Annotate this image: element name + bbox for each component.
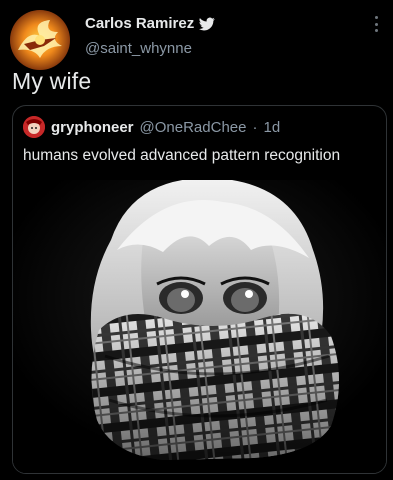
quoted-timestamp[interactable]: 1d — [263, 119, 280, 136]
quoted-media-image[interactable] — [13, 180, 386, 473]
tweet-header: Carlos Ramirez @saint_whynne — [10, 8, 385, 70]
author-name-row[interactable]: Carlos Ramirez — [85, 15, 215, 32]
more-options-icon[interactable] — [369, 12, 383, 36]
quoted-handle[interactable]: @OneRadChee — [140, 119, 247, 136]
author-avatar[interactable] — [10, 10, 70, 70]
red-creature-icon — [23, 116, 45, 138]
quoted-display-name[interactable]: gryphoneer — [51, 119, 134, 136]
author-handle[interactable]: @saint_whynne — [85, 40, 192, 57]
author-display-name[interactable]: Carlos Ramirez — [85, 15, 194, 32]
quoted-tweet[interactable]: gryphoneer @OneRadChee · 1d humans evolv… — [12, 105, 387, 474]
tweet-text: My wife — [12, 68, 92, 94]
quoted-tweet-text: humans evolved advanced pattern recognit… — [23, 147, 341, 164]
flaming-emblem-icon — [10, 10, 70, 70]
quoted-author-avatar — [23, 116, 45, 138]
twitter-bird-icon — [199, 17, 215, 30]
tweet: Carlos Ramirez @saint_whynne My wife gry… — [0, 0, 393, 480]
separator-dot: · — [252, 118, 258, 136]
scarf-pattern-icon — [13, 180, 386, 473]
quoted-tweet-header: gryphoneer @OneRadChee · 1d — [23, 116, 280, 138]
